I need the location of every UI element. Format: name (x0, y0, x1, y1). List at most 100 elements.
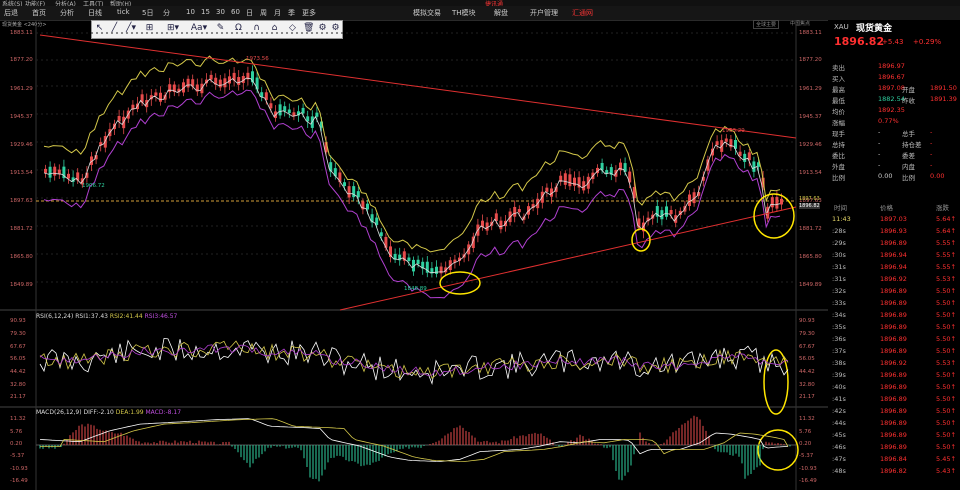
quarter-button[interactable]: 季 (288, 8, 295, 18)
back-button[interactable]: 后退 (4, 8, 18, 18)
quote-panel: XAU 现货黄金 1896.82 +5.43 +0.29% 卖出 1896.97 买… (828, 20, 960, 490)
macd-axis-tick: -16.49 (799, 478, 817, 484)
5day-button[interactable]: 5日 (142, 8, 153, 18)
tick-row: 11:43 1897.03 5.64↑ (832, 215, 956, 223)
macd-dea-label: DEA:1.99 (115, 409, 144, 416)
macd-axis-tick: -5.37 (799, 453, 814, 459)
huitong-button[interactable]: 汇通网 (572, 8, 593, 18)
rsi-axis-tick: 90.93 (799, 318, 815, 324)
tick-row: :30s 1896.94 5.55↑ (832, 251, 956, 259)
more-button[interactable]: 更多 (302, 8, 316, 18)
rsi-axis-tick: 21.17 (10, 394, 26, 400)
candle (407, 257, 411, 262)
candle (775, 197, 779, 209)
macd-legend: MACD(26,12,9) DIFF:-2.10 DEA:1.99 MACD:-… (36, 409, 181, 416)
sim-trade-button[interactable]: 模拟交易 (413, 8, 441, 18)
tick-row: :31s 1896.94 5.55↑ (832, 263, 956, 271)
macd-axis-tick: 0.20 (10, 441, 23, 447)
candle (665, 206, 668, 217)
quote-change: +5.43 (882, 38, 904, 46)
min-button[interactable]: 分 (163, 8, 170, 18)
quote-row: 卖出 1896.97 (832, 62, 905, 72)
candle (743, 153, 747, 162)
candle (379, 232, 383, 237)
15min-button[interactable]: 15 (201, 8, 210, 16)
rsi-axis-tick: 21.17 (799, 394, 815, 400)
tick-button[interactable]: tick (117, 8, 130, 16)
tick-row: :31s 1896.92 5.53↑ (832, 275, 956, 283)
candle (770, 197, 774, 208)
candle (209, 74, 213, 80)
daily-button[interactable]: 日线 (88, 8, 102, 18)
home-button[interactable]: 首页 (32, 8, 46, 18)
tick-row: :38s 1896.92 5.53↑ (832, 359, 956, 367)
quote-row: 最高 1897.08 开盘 1891.50 (832, 84, 957, 94)
quote-name: 现货黄金 (856, 24, 893, 34)
candle (669, 209, 673, 215)
candle (416, 259, 420, 265)
high-label-1: 1973.56 (246, 56, 269, 62)
quote-row: 涨幅 0.77% (832, 117, 899, 127)
tick-row: :40s 1896.89 5.50↑ (832, 383, 956, 391)
tick-row: :29s 1896.89 5.55↑ (832, 239, 956, 247)
analysis-comment-button[interactable]: 解盘 (494, 8, 508, 18)
tick-row: :46s 1896.89 5.50↑ (832, 443, 956, 451)
macd-axis-tick: -16.49 (10, 478, 28, 484)
low-label-2: 1848.89 (404, 286, 427, 292)
tick-header: 时间 价格 涨跌 (834, 204, 949, 212)
month-button[interactable]: 月 (274, 8, 281, 18)
quote-row: 最低 1882.54 昨收 1891.39 (832, 95, 957, 105)
10min-button[interactable]: 10 (186, 8, 195, 16)
candle (499, 220, 503, 230)
tick-row: :32s 1896.89 5.50↑ (832, 287, 956, 295)
rsi-lines (39, 337, 789, 385)
tick-row: :33s 1896.89 5.50↑ (832, 299, 956, 307)
price-axis-tick-right: 1945.37 (799, 114, 822, 120)
candle (154, 92, 158, 96)
price-axis-tick: 1865.80 (10, 254, 33, 260)
candle (218, 79, 222, 88)
week-button[interactable]: 周 (260, 8, 267, 18)
high-label-2: 1933.29 (722, 128, 745, 134)
macd-axis-tick: 11.32 (10, 416, 26, 422)
60min-button[interactable]: 60 (231, 8, 240, 16)
rsi-axis-tick: 56.05 (799, 356, 815, 362)
price-axis-tick: 1897.63 (10, 198, 33, 204)
candle (168, 84, 172, 93)
analysis-button[interactable]: 分析 (60, 8, 74, 18)
quote-row: 现手 - 总手 - (832, 128, 933, 138)
candle (366, 203, 369, 210)
highlight-ellipse (763, 349, 789, 415)
candle (53, 166, 57, 176)
macd-axis-tick: 0.20 (799, 441, 812, 447)
30min-button[interactable]: 30 (216, 8, 225, 16)
candle (738, 151, 742, 156)
quote-symbol: XAU (834, 23, 849, 31)
quote-row: 委比 - 委差 - (832, 150, 933, 160)
chart-area[interactable] (0, 20, 828, 490)
current-price-tag: 1897.63 (799, 196, 820, 202)
candle (347, 186, 351, 198)
candle (513, 206, 517, 217)
rsi-axis-tick: 67.67 (10, 344, 26, 350)
tick-row: :41s 1896.89 5.50↑ (832, 395, 956, 403)
macd-diff-label: MACD(26,12,9) DIFF:-2.10 (36, 409, 114, 416)
th-module-button[interactable]: TH模块 (452, 8, 476, 18)
candle (255, 77, 259, 90)
macd-value-label: MACD:-8.17 (145, 409, 182, 416)
tick-row: :48s 1896.82 5.43↑ (832, 467, 956, 475)
rsi2-label: RSI2:41.44 (109, 313, 143, 320)
rsi-axis-tick: 44.42 (10, 369, 26, 375)
rsi-axis-tick: 56.05 (10, 356, 26, 362)
tick-row: :37s 1896.89 5.50↑ (832, 347, 956, 355)
candle (44, 168, 47, 173)
rsi-axis-tick: 90.93 (10, 318, 26, 324)
candle (103, 136, 107, 148)
candle (517, 209, 521, 213)
price-axis-tick: 1881.72 (10, 226, 33, 232)
account-button[interactable]: 开户管理 (530, 8, 558, 18)
candle (338, 172, 342, 183)
price-axis-tick-right: 1929.46 (799, 142, 822, 148)
day-button[interactable]: 日 (246, 8, 253, 18)
candle (715, 141, 719, 146)
